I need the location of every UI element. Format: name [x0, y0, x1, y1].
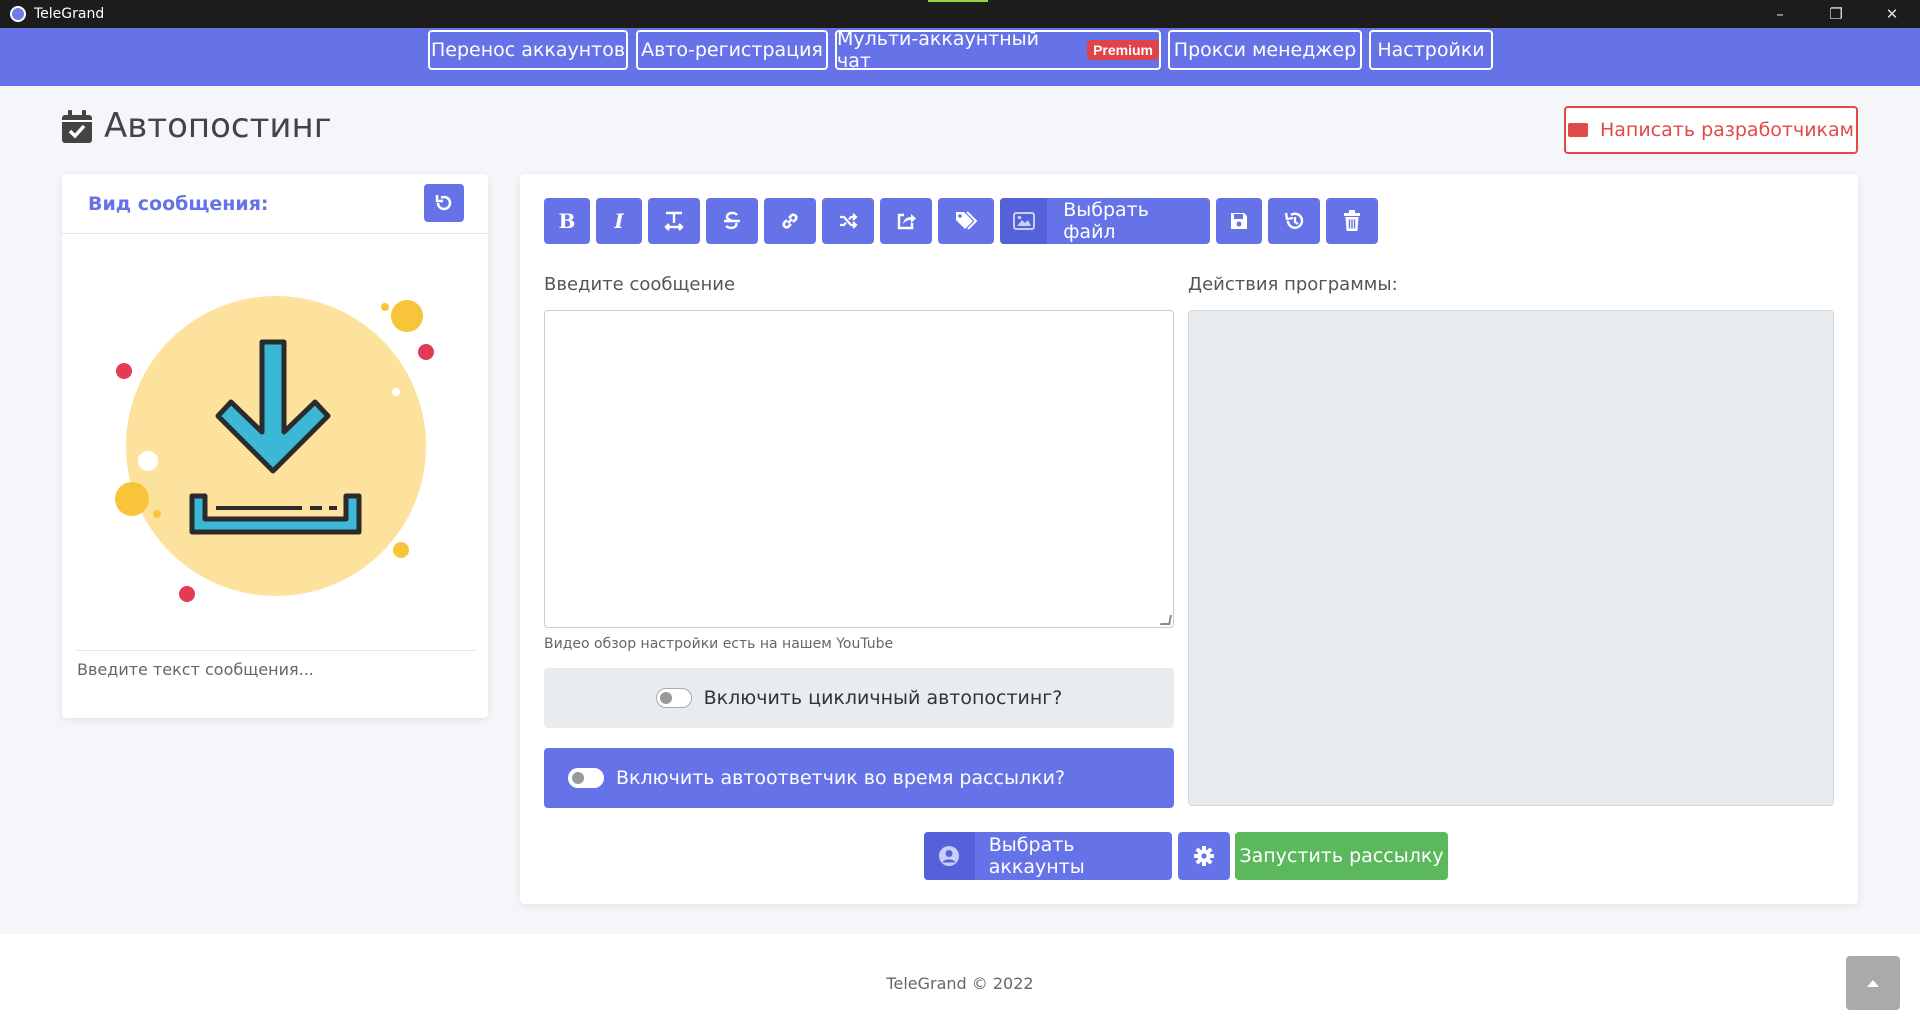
tags-button[interactable] [938, 198, 994, 244]
message-preview-card: Вид сообщения: Введите текст сообщения..… [62, 174, 488, 718]
random-button[interactable] [822, 198, 874, 244]
nav-item-label: Авто-регистрация [641, 39, 823, 61]
start-mailing-button[interactable]: Запустить рассылку [1235, 832, 1448, 880]
premium-badge: Premium [1087, 40, 1159, 60]
textarea-resize-handle[interactable] [1160, 615, 1172, 625]
random-icon [840, 213, 858, 229]
caret-up-icon [1867, 980, 1879, 987]
monospace-button[interactable] [648, 198, 700, 244]
italic-icon: I [614, 209, 624, 233]
choose-file-button[interactable]: Выбрать файл [1000, 198, 1210, 244]
maximize-button[interactable]: ❐ [1808, 0, 1864, 28]
minimize-button[interactable]: – [1752, 0, 1808, 28]
undo-icon [435, 195, 452, 211]
footer-copyright: TeleGrand © 2022 [886, 974, 1034, 993]
nav-item-settings[interactable]: Настройки [1369, 30, 1493, 70]
nav-item-proxy-manager[interactable]: Прокси менеджер [1168, 30, 1362, 70]
contact-developers-label: Написать разработчикам [1599, 119, 1855, 141]
italic-button[interactable]: I [596, 198, 642, 244]
mailing-settings-button[interactable] [1178, 832, 1230, 880]
preview-message-text: Введите текст сообщения... [77, 660, 314, 679]
save-button[interactable] [1216, 198, 1262, 244]
save-icon [1231, 213, 1247, 229]
nav-item-account-transfer[interactable]: Перенос аккаунтов [428, 30, 628, 70]
gear-icon [1194, 846, 1214, 866]
nav-item-auto-registration[interactable]: Авто-регистрация [636, 30, 828, 70]
nav-item-label: Мульти-аккаунтный чат [837, 28, 1039, 72]
close-button[interactable]: ✕ [1864, 0, 1920, 28]
nav-item-label: Настройки [1377, 39, 1485, 61]
trash-icon [1344, 210, 1360, 231]
select-accounts-button[interactable]: Выбрать аккаунты [924, 832, 1172, 880]
page-title-text: Автопостинг [104, 106, 332, 146]
cyclic-autoposting-toggle-row[interactable]: Включить цикличный автопостинг? [544, 668, 1174, 728]
nav-item-label: Перенос аккаунтов [430, 39, 626, 61]
strikethrough-button[interactable] [706, 198, 758, 244]
choose-file-label: Выбрать файл [1063, 199, 1149, 243]
nav-item-multi-account-chat[interactable]: Мульти-аккаунтный чат Premium [835, 28, 1161, 72]
scroll-to-top-button[interactable] [1846, 956, 1900, 1010]
select-accounts-label: Выбрать аккаунты [988, 834, 1085, 878]
editor-card: B I Выбрать файл Введите сообщение Дейст… [520, 174, 1858, 904]
page-title: Автопостинг [62, 106, 332, 146]
text-height-icon [664, 211, 684, 231]
start-mailing-label: Запустить рассылку [1239, 845, 1444, 867]
app-logo-icon [10, 6, 26, 22]
cyclic-autoposting-label: Включить цикличный автопостинг? [703, 687, 1063, 709]
download-illustration-icon [115, 296, 434, 602]
window-titlebar: TeleGrand – ❐ ✕ [0, 0, 1920, 28]
autoreply-toggle-row[interactable]: Включить автоответчик во время рассылки? [544, 748, 1174, 808]
reset-preview-button[interactable] [424, 184, 464, 222]
bold-icon: B [558, 209, 576, 233]
actions-label: Действия программы: [1188, 274, 1398, 295]
history-icon [1284, 212, 1304, 229]
youtube-hint: Видео обзор настройки есть на нашем YouT… [544, 636, 894, 652]
tags-icon [956, 211, 978, 230]
autoreply-switch[interactable] [568, 768, 604, 788]
preview-divider [76, 650, 476, 651]
program-actions-log [1188, 310, 1834, 806]
user-circle-icon [939, 846, 960, 866]
strikethrough-icon [724, 211, 740, 230]
titlebar-accent [928, 0, 988, 2]
window-title: TeleGrand [34, 6, 105, 22]
message-textarea[interactable] [544, 310, 1174, 628]
image-icon [1012, 212, 1035, 230]
bold-button[interactable]: B [544, 198, 590, 244]
contact-developers-button[interactable]: Написать разработчикам [1564, 106, 1858, 154]
share-button[interactable] [880, 198, 932, 244]
envelope-icon [1567, 123, 1588, 137]
calendar-check-icon [62, 109, 92, 143]
history-button[interactable] [1268, 198, 1320, 244]
link-button[interactable] [764, 198, 816, 244]
top-navbar: Перенос аккаунтов Авто-регистрация Мульт… [0, 28, 1920, 86]
delete-button[interactable] [1326, 198, 1378, 244]
share-icon [897, 213, 916, 230]
message-label: Введите сообщение [544, 274, 736, 295]
nav-item-label: Прокси менеджер [1173, 39, 1357, 61]
cyclic-autoposting-switch[interactable] [655, 688, 692, 708]
autoreply-label: Включить автоответчик во время рассылки? [616, 767, 1066, 789]
link-icon [782, 213, 798, 229]
